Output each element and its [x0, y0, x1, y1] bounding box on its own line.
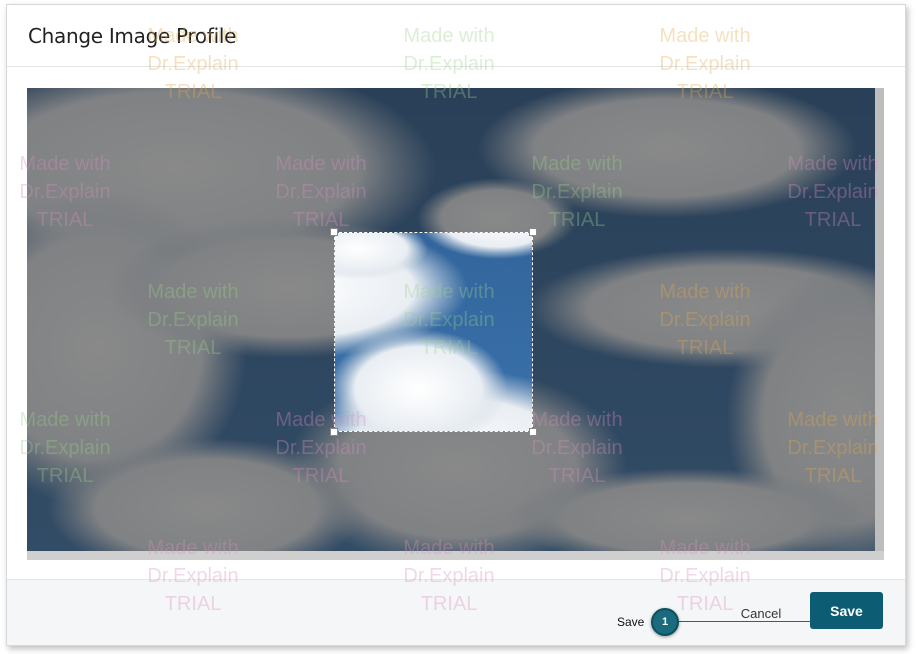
image-crop-area[interactable]	[27, 88, 884, 560]
vertical-scrollbar[interactable]	[875, 88, 884, 560]
callout-line	[679, 621, 811, 622]
crop-selection[interactable]	[334, 232, 533, 432]
dialog-footer: Cancel	[7, 579, 905, 645]
horizontal-scrollbar[interactable]	[27, 551, 884, 560]
crop-handle-top-left[interactable]	[330, 228, 338, 236]
save-button[interactable]: Save	[810, 592, 883, 629]
crop-handle-bottom-left[interactable]	[330, 428, 338, 436]
dialog-header: Change Image Profile	[7, 5, 905, 67]
crop-handle-top-right[interactable]	[529, 228, 537, 236]
callout-number-badge: 1	[651, 608, 679, 636]
callout-label: Save	[617, 615, 645, 629]
crop-handle-bottom-right[interactable]	[529, 428, 537, 436]
crop-preview	[335, 233, 532, 431]
change-image-profile-dialog: Change Image Profile Cancel	[6, 4, 906, 646]
dialog-title: Change Image Profile	[28, 24, 237, 48]
cancel-button[interactable]: Cancel	[723, 604, 799, 622]
